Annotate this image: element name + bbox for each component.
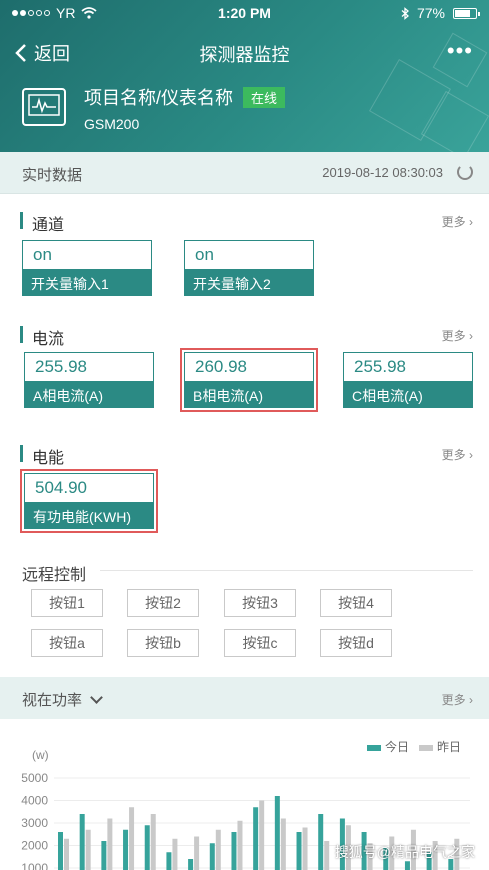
chevron-down-icon [90, 691, 103, 704]
card-label: 开关量输入2 [185, 269, 313, 295]
remote-button-a[interactable]: 按钮a [31, 629, 103, 657]
bar-today [188, 859, 194, 870]
channel-card-2[interactable]: on 开关量输入2 [184, 240, 314, 296]
remote-button-3[interactable]: 按钮3 [224, 589, 296, 617]
card-label: C相电流(A) [344, 381, 472, 407]
channel-more-link[interactable]: 更多 › [442, 213, 473, 230]
y-tick-label: 3000 [21, 816, 48, 830]
bar-today [58, 832, 63, 870]
realtime-label: 实时数据 [22, 167, 83, 184]
energy-card[interactable]: 504.90 有功电能(KWH) [24, 473, 154, 529]
power-header: 视在功率 更多 › [0, 677, 489, 719]
bar-today [166, 852, 172, 870]
battery-percent: 77% [416, 5, 445, 21]
page-title: 探测器监控 [199, 45, 290, 65]
device-model: GSM200 [84, 116, 140, 132]
remote-button-1[interactable]: 按钮1 [31, 589, 103, 617]
remote-button-b[interactable]: 按钮b [127, 629, 199, 657]
bar-today [209, 843, 215, 870]
card-value: 260.98 [195, 357, 247, 376]
card-label: B相电流(A) [185, 381, 313, 407]
current-card-a[interactable]: 255.98 A相电流(A) [24, 352, 154, 408]
battery-icon [453, 7, 480, 19]
bar-today [144, 825, 150, 870]
bar-yesterday [302, 827, 308, 870]
bar-today [274, 796, 280, 870]
remote-button-d[interactable]: 按钮d [320, 629, 392, 657]
remote-control-title: 远程控制 [22, 567, 87, 584]
y-tick-label: 2000 [21, 839, 48, 853]
power-more-link[interactable]: 更多 › [442, 691, 473, 708]
bar-today [253, 807, 259, 870]
bluetooth-icon [401, 6, 409, 20]
energy-more-link[interactable]: 更多 › [442, 446, 473, 463]
bar-yesterday [324, 841, 330, 870]
current-card-c[interactable]: 255.98 C相电流(A) [343, 352, 473, 408]
bar-yesterday [129, 807, 135, 870]
divider [100, 570, 473, 571]
bar-yesterday [215, 829, 221, 870]
bar-yesterday [237, 820, 243, 870]
remote-button-4[interactable]: 按钮4 [320, 589, 392, 617]
status-badge: 在线 [243, 86, 286, 108]
remote-button-2[interactable]: 按钮2 [127, 589, 199, 617]
nav-bar: 返回 探测器监控 ••• [0, 30, 489, 74]
card-value: 255.98 [35, 357, 87, 376]
bar-today [79, 814, 85, 870]
app-header: YR 1:20 PM 77% 返回 探测器监控 ••• 项目名称/仪表名称 在线… [0, 0, 489, 152]
current-card-b[interactable]: 260.98 B相电流(A) [184, 352, 314, 408]
card-label: 开关量输入1 [23, 269, 151, 295]
bar-today [318, 814, 324, 870]
realtime-header: 实时数据 2019-08-12 08:30:03 [0, 152, 489, 194]
bar-today [231, 832, 237, 870]
card-value: 504.90 [35, 478, 87, 497]
meter-icon [22, 88, 66, 126]
card-label: 有功电能(KWH) [25, 502, 153, 528]
card-value: on [195, 245, 214, 264]
current-title: 电流 [20, 325, 64, 349]
refresh-icon[interactable] [457, 164, 473, 180]
card-label: A相电流(A) [25, 381, 153, 407]
bar-yesterday [194, 836, 200, 870]
power-selector[interactable]: 视在功率 [22, 689, 103, 710]
bar-today [123, 829, 129, 870]
bar-yesterday [259, 800, 265, 870]
bar-today [404, 861, 410, 870]
status-bar: YR 1:20 PM 77% [0, 0, 489, 26]
bar-yesterday [64, 838, 69, 870]
realtime-timestamp: 2019-08-12 08:30:03 [322, 165, 443, 180]
y-tick-label: 5000 [21, 771, 48, 785]
remote-button-c[interactable]: 按钮c [224, 629, 296, 657]
bar-yesterday [85, 829, 91, 870]
bar-today [296, 832, 302, 870]
bar-yesterday [280, 818, 286, 870]
bar-yesterday [150, 814, 156, 870]
bar-yesterday [172, 838, 178, 870]
device-info: 项目名称/仪表名称 在线 GSM200 [22, 84, 286, 132]
more-menu-button[interactable]: ••• [447, 38, 473, 64]
channel-card-1[interactable]: on 开关量输入1 [22, 240, 152, 296]
y-tick-label: 1000 [21, 861, 48, 870]
device-name: 项目名称/仪表名称 [84, 88, 234, 108]
bar-yesterday [107, 818, 113, 870]
current-more-link[interactable]: 更多 › [442, 327, 473, 344]
card-value: on [33, 245, 52, 264]
y-tick-label: 4000 [21, 794, 48, 808]
watermark: 搜狐号@精品电气之家 [334, 844, 475, 860]
bar-today [101, 841, 107, 870]
energy-title: 电能 [20, 444, 64, 468]
card-value: 255.98 [354, 357, 406, 376]
channel-title: 通道 [20, 211, 64, 235]
